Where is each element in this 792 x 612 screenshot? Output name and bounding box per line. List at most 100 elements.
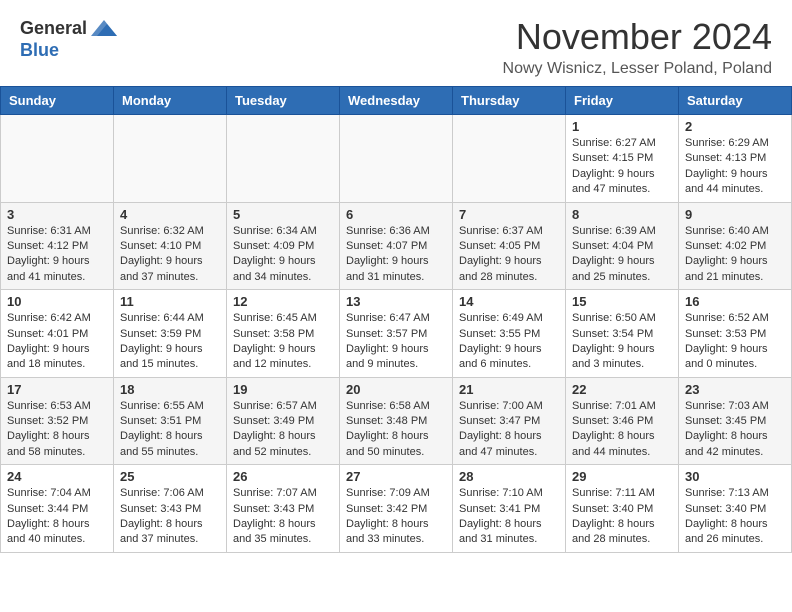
day-info: Sunrise: 6:47 AMSunset: 3:57 PMDaylight:… (346, 311, 446, 373)
day-number: 9 (685, 207, 785, 222)
calendar-cell: 24 Sunrise: 7:04 AMSunset: 3:44 PMDayligh… (1, 465, 114, 553)
day-number: 7 (459, 207, 559, 222)
calendar-cell: 12 Sunrise: 6:45 AMSunset: 3:58 PMDayligh… (227, 290, 340, 378)
day-number: 30 (685, 469, 785, 484)
calendar-cell: 19Sunrise: 6:57 AMSunset: 3:49 PMDayligh… (227, 377, 340, 465)
calendar-cell: 4Sunrise: 6:32 AMSunset: 4:10 PMDaylight… (114, 202, 227, 290)
day-number: 24 (7, 469, 107, 484)
calendar-cell: 22 Sunrise: 7:01 AMSunset: 3:46 PMDayligh… (566, 377, 679, 465)
calendar-cell: 11 Sunrise: 6:44 AMSunset: 3:59 PMDayligh… (114, 290, 227, 378)
day-number: 1 (572, 119, 672, 134)
calendar-header-row: Sunday Monday Tuesday Wednesday Thursday… (1, 87, 792, 115)
month-title: November 2024 (119, 16, 772, 58)
calendar-cell (453, 115, 566, 203)
header-friday: Friday (566, 87, 679, 115)
calendar-cell: 27Sunrise: 7:09 AMSunset: 3:42 PMDayligh… (340, 465, 453, 553)
day-info: Sunrise: 6:52 AMSunset: 3:53 PMDaylight:… (685, 311, 785, 373)
calendar-cell: 10 Sunrise: 6:42 AMSunset: 4:01 PMDayligh… (1, 290, 114, 378)
day-number: 22 (572, 382, 672, 397)
day-info: Sunrise: 6:58 AMSunset: 3:48 PMDaylight:… (346, 399, 446, 461)
day-info: Sunrise: 6:29 AMSunset: 4:13 PMDaylight:… (685, 136, 785, 198)
day-number: 29 (572, 469, 672, 484)
day-number: 17 (7, 382, 107, 397)
calendar-cell: 8Sunrise: 6:39 AMSunset: 4:04 PMDaylight… (566, 202, 679, 290)
day-info: Sunrise: 6:36 AMSunset: 4:07 PMDaylight:… (346, 224, 446, 286)
calendar-cell: 9 Sunrise: 6:40 AMSunset: 4:02 PMDaylight… (679, 202, 792, 290)
calendar-cell: 7 Sunrise: 6:37 AMSunset: 4:05 PMDaylight… (453, 202, 566, 290)
calendar-cell (1, 115, 114, 203)
day-number: 21 (459, 382, 559, 397)
calendar-cell: 20 Sunrise: 6:58 AMSunset: 3:48 PMDayligh… (340, 377, 453, 465)
day-number: 23 (685, 382, 785, 397)
page-container: General Blue November 2024 Nowy Wisnicz,… (0, 0, 792, 563)
logo: General Blue (20, 16, 119, 61)
day-number: 25 (120, 469, 220, 484)
day-info: Sunrise: 6:37 AMSunset: 4:05 PMDaylight:… (459, 224, 559, 286)
day-info: Sunrise: 7:00 AMSunset: 3:47 PMDaylight:… (459, 399, 559, 461)
calendar-cell: 25 Sunrise: 7:06 AMSunset: 3:43 PMDayligh… (114, 465, 227, 553)
day-info: Sunrise: 7:13 AMSunset: 3:40 PMDaylight:… (685, 486, 785, 548)
day-number: 12 (233, 294, 333, 309)
location: Nowy Wisnicz, Lesser Poland, Poland (119, 60, 772, 78)
logo-icon (89, 16, 119, 40)
day-number: 18 (120, 382, 220, 397)
day-number: 10 (7, 294, 107, 309)
header-sunday: Sunday (1, 87, 114, 115)
header: General Blue November 2024 Nowy Wisnicz,… (0, 0, 792, 86)
calendar-wrapper: Sunday Monday Tuesday Wednesday Thursday… (0, 86, 792, 563)
day-info: Sunrise: 7:01 AMSunset: 3:46 PMDaylight:… (572, 399, 672, 461)
day-number: 3 (7, 207, 107, 222)
day-info: Sunrise: 6:32 AMSunset: 4:10 PMDaylight:… (120, 224, 220, 286)
day-info: Sunrise: 6:42 AMSunset: 4:01 PMDaylight:… (7, 311, 107, 373)
day-number: 28 (459, 469, 559, 484)
day-number: 26 (233, 469, 333, 484)
day-info: Sunrise: 6:40 AMSunset: 4:02 PMDaylight:… (685, 224, 785, 286)
day-info: Sunrise: 7:11 AMSunset: 3:40 PMDaylight:… (572, 486, 672, 548)
day-number: 20 (346, 382, 446, 397)
day-number: 14 (459, 294, 559, 309)
day-info: Sunrise: 6:55 AMSunset: 3:51 PMDaylight:… (120, 399, 220, 461)
calendar-cell: 26Sunrise: 7:07 AMSunset: 3:43 PMDayligh… (227, 465, 340, 553)
calendar-week-row: 24 Sunrise: 7:04 AMSunset: 3:44 PMDayligh… (1, 465, 792, 553)
day-number: 6 (346, 207, 446, 222)
calendar-cell: 16 Sunrise: 6:52 AMSunset: 3:53 PMDayligh… (679, 290, 792, 378)
calendar-cell (114, 115, 227, 203)
calendar-week-row: 10 Sunrise: 6:42 AMSunset: 4:01 PMDayligh… (1, 290, 792, 378)
header-tuesday: Tuesday (227, 87, 340, 115)
day-info: Sunrise: 7:06 AMSunset: 3:43 PMDaylight:… (120, 486, 220, 548)
calendar-cell: 18 Sunrise: 6:55 AMSunset: 3:51 PMDayligh… (114, 377, 227, 465)
day-info: Sunrise: 6:45 AMSunset: 3:58 PMDaylight:… (233, 311, 333, 373)
calendar-cell: 2 Sunrise: 6:29 AMSunset: 4:13 PMDaylight… (679, 115, 792, 203)
calendar-cell: 28 Sunrise: 7:10 AMSunset: 3:41 PMDayligh… (453, 465, 566, 553)
header-saturday: Saturday (679, 87, 792, 115)
calendar-week-row: 17Sunrise: 6:53 AMSunset: 3:52 PMDayligh… (1, 377, 792, 465)
calendar-cell (340, 115, 453, 203)
logo-blue-text: Blue (20, 40, 59, 60)
calendar-cell: 23Sunrise: 7:03 AMSunset: 3:45 PMDayligh… (679, 377, 792, 465)
calendar-cell (227, 115, 340, 203)
day-number: 19 (233, 382, 333, 397)
day-info: Sunrise: 6:27 AMSunset: 4:15 PMDaylight:… (572, 136, 672, 198)
day-number: 11 (120, 294, 220, 309)
day-number: 5 (233, 207, 333, 222)
day-number: 13 (346, 294, 446, 309)
header-monday: Monday (114, 87, 227, 115)
calendar-week-row: 1 Sunrise: 6:27 AMSunset: 4:15 PMDaylight… (1, 115, 792, 203)
day-info: Sunrise: 6:44 AMSunset: 3:59 PMDaylight:… (120, 311, 220, 373)
calendar-table: Sunday Monday Tuesday Wednesday Thursday… (0, 86, 792, 553)
calendar-week-row: 3Sunrise: 6:31 AMSunset: 4:12 PMDaylight… (1, 202, 792, 290)
day-number: 27 (346, 469, 446, 484)
calendar-cell: 17Sunrise: 6:53 AMSunset: 3:52 PMDayligh… (1, 377, 114, 465)
day-info: Sunrise: 6:50 AMSunset: 3:54 PMDaylight:… (572, 311, 672, 373)
day-number: 16 (685, 294, 785, 309)
day-info: Sunrise: 7:10 AMSunset: 3:41 PMDaylight:… (459, 486, 559, 548)
calendar-cell: 13 Sunrise: 6:47 AMSunset: 3:57 PMDayligh… (340, 290, 453, 378)
calendar-cell: 21 Sunrise: 7:00 AMSunset: 3:47 PMDayligh… (453, 377, 566, 465)
calendar-cell: 29 Sunrise: 7:11 AMSunset: 3:40 PMDayligh… (566, 465, 679, 553)
day-info: Sunrise: 6:39 AMSunset: 4:04 PMDaylight:… (572, 224, 672, 286)
day-info: Sunrise: 7:04 AMSunset: 3:44 PMDaylight:… (7, 486, 107, 548)
day-number: 2 (685, 119, 785, 134)
calendar-cell: 14Sunrise: 6:49 AMSunset: 3:55 PMDayligh… (453, 290, 566, 378)
calendar-cell: 15Sunrise: 6:50 AMSunset: 3:54 PMDayligh… (566, 290, 679, 378)
title-area: November 2024 Nowy Wisnicz, Lesser Polan… (119, 16, 772, 78)
